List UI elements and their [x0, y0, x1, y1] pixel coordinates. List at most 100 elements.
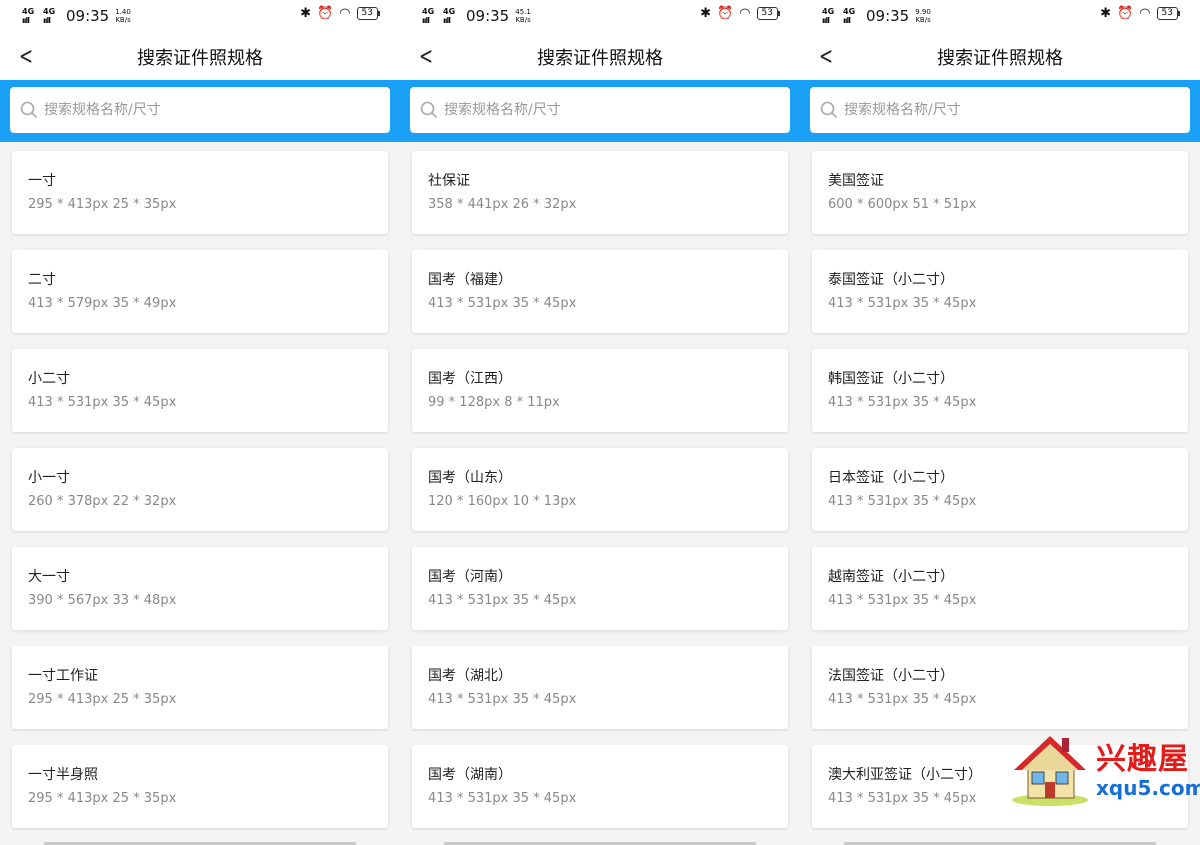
speed-value: 45.1: [515, 8, 531, 16]
spec-list-item[interactable]: 小一寸 260 * 378px 22 * 32px: [12, 448, 388, 531]
network-label: 4G: [843, 7, 856, 16]
spec-name: 泰国签证（小二寸）: [828, 272, 954, 288]
search-input[interactable]: [842, 101, 1146, 119]
spec-list-item[interactable]: 国考（山东） 120 * 160px 10 * 13px: [412, 448, 788, 531]
bluetooth-icon: ✱: [700, 6, 712, 21]
spec-list-item[interactable]: 一寸工作证 295 * 413px 25 * 35px: [12, 646, 388, 729]
spec-size: 600 * 600px 51 * 51px: [828, 197, 977, 212]
spec-list-item[interactable]: 一寸半身照 295 * 413px 25 * 35px: [12, 745, 388, 828]
spec-size: 358 * 441px 26 * 32px: [428, 197, 577, 212]
search-bar-container: [400, 80, 800, 142]
spec-list-item[interactable]: 社保证 358 * 441px 26 * 32px: [412, 151, 788, 234]
spec-list-item[interactable]: 美国签证 600 * 600px 51 * 51px: [812, 151, 1188, 234]
spec-size: 295 * 413px 25 * 35px: [28, 791, 177, 806]
search-bar-container: [0, 80, 400, 142]
spec-size: 413 * 531px 35 * 45px: [28, 395, 177, 410]
alarm-icon: ⏰: [317, 6, 334, 21]
speed-value: 1.40: [115, 8, 131, 16]
spec-list-item[interactable]: 泰国签证（小二寸） 413 * 531px 35 * 45px: [812, 250, 1188, 333]
spec-name: 国考（湖北）: [428, 668, 512, 684]
spec-name: 二寸: [28, 272, 56, 288]
signal-icon: 4G ııll: [843, 7, 856, 25]
search-input[interactable]: [442, 101, 746, 119]
battery-icon: 53: [756, 7, 781, 20]
title-bar: < 搜索证件照规格: [0, 32, 400, 80]
spec-size: 413 * 531px 35 * 45px: [428, 791, 577, 806]
spec-name: 国考（河南）: [428, 569, 512, 585]
spec-list-item[interactable]: 法国签证（小二寸） 413 * 531px 35 * 45px: [812, 646, 1188, 729]
spec-list: 社保证 358 * 441px 26 * 32px 国考（福建） 413 * 531p…: [400, 142, 800, 828]
spec-list-item[interactable]: 一寸 295 * 413px 25 * 35px: [12, 151, 388, 234]
spec-name: 美国签证: [828, 173, 884, 189]
battery-level: 53: [361, 8, 373, 18]
phone-screen-1: 4Gııll 4Gııll 09:35 1.40KB/s ✱ ⏰ ◠ 53 <搜索证件照规格一寸…: [0, 0, 400, 845]
spec-list-item[interactable]: 国考（河南） 413 * 531px 35 * 45px: [412, 547, 788, 630]
spec-name: 国考（湖南）: [428, 767, 512, 783]
network-label: 4G: [822, 7, 835, 16]
spec-name: 一寸工作证: [28, 668, 98, 684]
battery-icon: 53: [1156, 7, 1181, 20]
spec-list-item[interactable]: 国考（江西） 99 * 128px 8 * 11px: [412, 349, 788, 432]
spec-name: 韩国签证（小二寸）: [828, 371, 954, 387]
signal-icon: 4G ııll: [22, 7, 35, 25]
spec-name: 国考（山东）: [428, 470, 512, 486]
spec-name: 一寸半身照: [28, 767, 98, 783]
watermark-logo: 兴趣屋 xqu5.com: [1008, 730, 1200, 810]
network-speed: 45.1 KB/s: [515, 8, 531, 24]
search-input[interactable]: [42, 101, 346, 119]
spec-size: 413 * 531px 35 * 45px: [828, 692, 977, 707]
bluetooth-icon: ✱: [300, 6, 312, 21]
status-bar: 4G ııll 4G ııll 09:35 1.40 KB/s ✱ ⏰ ◠ 53: [0, 0, 400, 32]
house-icon: [1012, 736, 1088, 806]
spec-list-item[interactable]: 大一寸 390 * 567px 33 * 48px: [12, 547, 388, 630]
search-icon: [820, 101, 838, 119]
spec-list-item[interactable]: 国考（湖南） 413 * 531px 35 * 45px: [412, 745, 788, 828]
spec-size: 413 * 531px 35 * 45px: [828, 395, 977, 410]
search-bar-container: [800, 80, 1200, 142]
speed-value: 9.90: [915, 8, 931, 16]
watermark-name: 兴趣屋: [1096, 742, 1189, 777]
speed-unit: KB/s: [515, 16, 531, 24]
search-icon: [420, 101, 438, 119]
spec-name: 国考（福建）: [428, 272, 512, 288]
spec-size: 413 * 531px 35 * 45px: [828, 791, 977, 806]
search-box[interactable]: [10, 87, 390, 133]
title-bar: < 搜索证件照规格: [400, 32, 800, 80]
phone-screen-3: 4Gııll 4Gııll 09:35 9.90KB/s ✱ ⏰ ◠ 53 <搜索证件照规格美国…: [800, 0, 1200, 845]
spec-list: 一寸 295 * 413px 25 * 35px 二寸 413 * 579px 35 …: [0, 142, 400, 828]
spec-list-item[interactable]: 越南签证（小二寸） 413 * 531px 35 * 45px: [812, 547, 1188, 630]
spec-list-item[interactable]: 二寸 413 * 579px 35 * 49px: [12, 250, 388, 333]
spec-size: 413 * 531px 35 * 45px: [428, 692, 577, 707]
spec-list-item[interactable]: 韩国签证（小二寸） 413 * 531px 35 * 45px: [812, 349, 1188, 432]
alarm-icon: ⏰: [1117, 6, 1134, 21]
spec-list-item[interactable]: 国考（福建） 413 * 531px 35 * 45px: [412, 250, 788, 333]
wifi-icon: ◠: [339, 6, 351, 21]
network-label: 4G: [22, 7, 35, 16]
speed-unit: KB/s: [915, 16, 931, 24]
network-label: 4G: [43, 7, 56, 16]
spec-size: 120 * 160px 10 * 13px: [428, 494, 577, 509]
network-label: 4G: [443, 7, 456, 16]
status-bar: 4G ııll 4G ııll 09:35 9.90 KB/s ✱ ⏰ ◠ 53: [800, 0, 1200, 32]
spec-list-item[interactable]: 国考（湖北） 413 * 531px 35 * 45px: [412, 646, 788, 729]
search-icon: [20, 101, 38, 119]
spec-name: 小一寸: [28, 470, 70, 486]
phone-screen-2: 4Gııll 4Gııll 09:35 45.1KB/s ✱ ⏰ ◠ 53 <搜索证件照规格社保…: [400, 0, 800, 845]
status-bar: 4G ııll 4G ııll 09:35 45.1 KB/s ✱ ⏰ ◠ 53: [400, 0, 800, 32]
search-box[interactable]: [410, 87, 790, 133]
clock: 09:35: [866, 7, 910, 25]
search-box[interactable]: [810, 87, 1190, 133]
title-bar: < 搜索证件照规格: [800, 32, 1200, 80]
network-speed: 1.40 KB/s: [115, 8, 131, 24]
spec-size: 413 * 531px 35 * 45px: [428, 593, 577, 608]
spec-name: 一寸: [28, 173, 56, 189]
spec-list-item[interactable]: 小二寸 413 * 531px 35 * 45px: [12, 349, 388, 432]
spec-size: 413 * 579px 35 * 49px: [28, 296, 177, 311]
alarm-icon: ⏰: [717, 6, 734, 21]
signal-icon: 4G ııll: [822, 7, 835, 25]
spec-name: 法国签证（小二寸）: [828, 668, 954, 684]
signal-icon: 4G ııll: [422, 7, 435, 25]
spec-list-item[interactable]: 日本签证（小二寸） 413 * 531px 35 * 45px: [812, 448, 1188, 531]
spec-name: 澳大利亚签证（小二寸）: [828, 767, 982, 783]
spec-name: 小二寸: [28, 371, 70, 387]
